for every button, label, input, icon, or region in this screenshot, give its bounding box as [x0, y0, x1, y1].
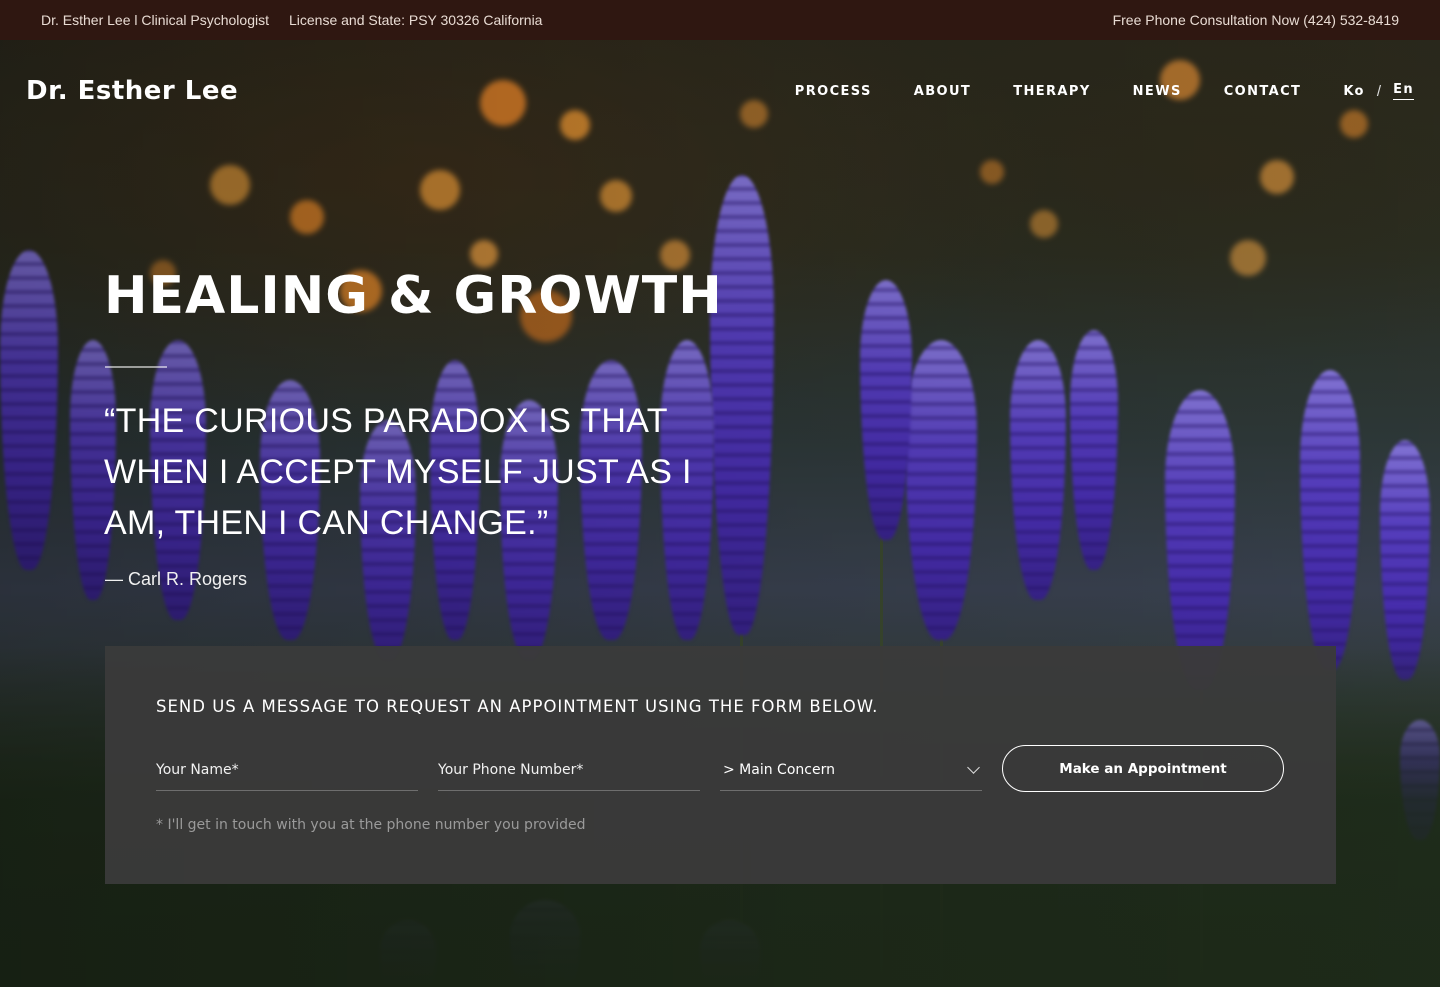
language-switcher: Ko / En: [1343, 82, 1414, 100]
main-concern-value: > Main Concern: [723, 762, 835, 778]
phone-consultation-link[interactable]: Free Phone Consultation Now (424) 532-84…: [1113, 12, 1399, 28]
hero-title: HEALING & GROWTH: [104, 266, 723, 326]
lang-en-link[interactable]: En: [1393, 82, 1414, 100]
name-input[interactable]: [156, 750, 418, 790]
quote-author: — Carl R. Rogers: [105, 569, 248, 589]
lang-ko-link[interactable]: Ko: [1343, 84, 1365, 99]
top-info-bar: Dr. Esther Lee l Clinical Psychologist L…: [0, 0, 1440, 40]
practitioner-title: Dr. Esther Lee l Clinical Psychologist: [41, 12, 269, 28]
form-note: * I'll get in touch with you at the phon…: [156, 817, 586, 833]
chevron-down-icon: [967, 761, 980, 774]
phone-field: [438, 750, 700, 791]
hero-divider: [105, 366, 167, 368]
license-info: License and State: PSY 30326 California: [289, 12, 543, 28]
phone-input[interactable]: [438, 750, 700, 790]
make-appointment-button[interactable]: Make an Appointment: [1002, 745, 1284, 792]
hero-quote: “THE CURIOUS PARADOX IS THAT WHEN I ACCE…: [104, 402, 692, 542]
appointment-form-panel: SEND US A MESSAGE TO REQUEST AN APPOINTM…: [105, 646, 1336, 884]
site-header: Dr. Esther Lee PROCESS ABOUT THERAPY NEW…: [0, 40, 1440, 142]
nav-item-about[interactable]: ABOUT: [914, 84, 971, 99]
nav-item-news[interactable]: NEWS: [1133, 84, 1182, 99]
main-nav: PROCESS ABOUT THERAPY NEWS CONTACT Ko / …: [795, 82, 1414, 100]
nav-item-contact[interactable]: CONTACT: [1224, 84, 1302, 99]
site-logo[interactable]: Dr. Esther Lee: [26, 76, 238, 106]
nav-item-process[interactable]: PROCESS: [795, 84, 872, 99]
main-concern-select[interactable]: > Main Concern: [720, 750, 982, 791]
name-field: [156, 750, 418, 791]
nav-item-therapy[interactable]: THERAPY: [1013, 84, 1090, 99]
form-heading: SEND US A MESSAGE TO REQUEST AN APPOINTM…: [156, 697, 879, 716]
lang-separator: /: [1376, 82, 1382, 100]
